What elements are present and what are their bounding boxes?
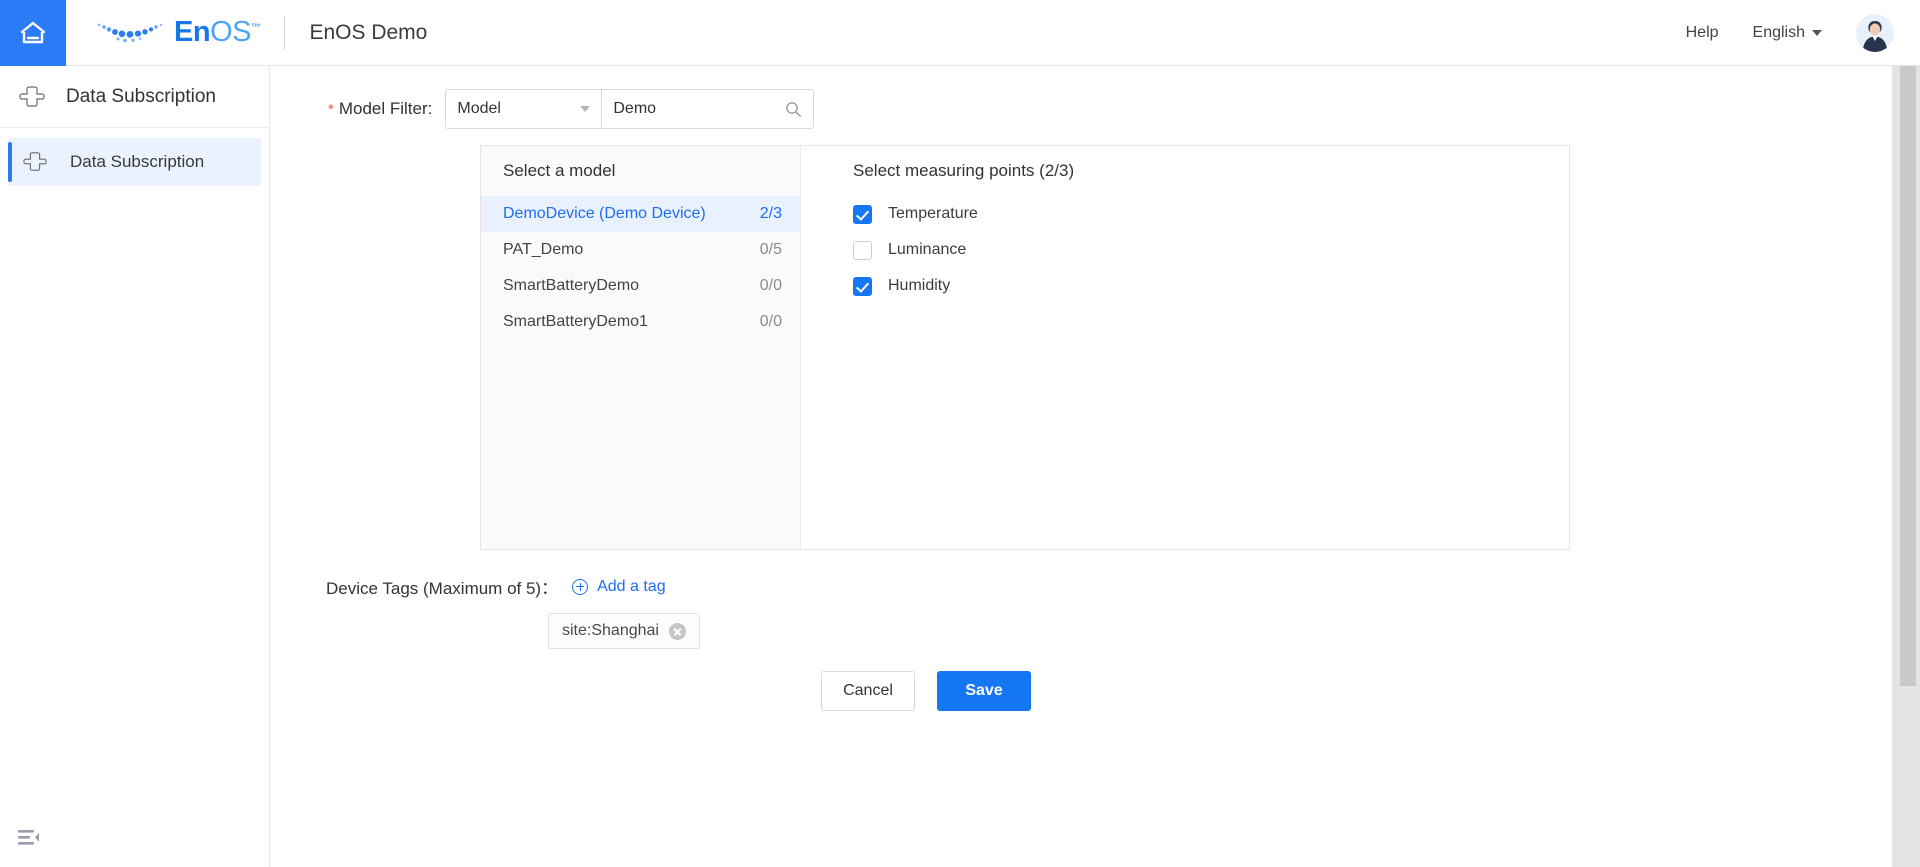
measuring-point-row[interactable]: Luminance bbox=[853, 232, 1569, 268]
remove-tag-icon[interactable] bbox=[668, 622, 686, 640]
user-avatar-icon bbox=[1856, 13, 1894, 52]
add-tag-button[interactable]: Add a tag bbox=[572, 578, 666, 596]
header-divider bbox=[284, 15, 286, 50]
model-list-item[interactable]: PAT_Demo 0/5 bbox=[481, 232, 800, 268]
header-actions: Help English bbox=[1686, 13, 1920, 52]
plus-circle-icon bbox=[572, 578, 589, 595]
measuring-point-checkbox[interactable] bbox=[853, 276, 872, 296]
enos-swoosh-icon bbox=[97, 23, 163, 42]
page-scrollbar-thumb[interactable] bbox=[1900, 66, 1916, 686]
model-filter-select-value: Model bbox=[457, 100, 501, 117]
app-header: EnOS™ EnOS Demo Help English bbox=[0, 0, 1920, 66]
sidebar-header: Data Subscription bbox=[0, 66, 269, 128]
device-tags-label: Device Tags (Maximum of 5)： bbox=[326, 579, 559, 598]
form-content: * Model Filter: Model Demo Select a mode… bbox=[270, 66, 1892, 867]
model-list-item[interactable]: DemoDevice (Demo Device) 2/3 bbox=[481, 196, 800, 232]
tag-list: site:Shanghai bbox=[300, 613, 1892, 649]
enos-wordmark: EnOS™ bbox=[174, 16, 261, 49]
sidebar-collapse-button[interactable] bbox=[18, 829, 40, 847]
model-count: 0/5 bbox=[759, 241, 782, 258]
model-list-item[interactable]: SmartBatteryDemo 0/0 bbox=[481, 268, 800, 304]
logo-os-text: OS bbox=[210, 16, 251, 48]
model-name: SmartBatteryDemo bbox=[503, 277, 640, 294]
search-icon bbox=[786, 101, 802, 117]
model-search-input[interactable] bbox=[613, 100, 774, 118]
search-button[interactable] bbox=[785, 101, 802, 118]
model-filter-select[interactable]: Model bbox=[445, 89, 603, 129]
language-selector[interactable]: English bbox=[1753, 24, 1822, 42]
logo-en-text: En bbox=[174, 16, 211, 48]
model-search-box[interactable] bbox=[602, 89, 815, 129]
sidebar-section-title: Data Subscription bbox=[66, 85, 216, 107]
subscription-icon bbox=[23, 152, 47, 171]
app-root: EnOS™ EnOS Demo Help English Data Subscr… bbox=[0, 0, 1920, 867]
enos-logo: EnOS™ bbox=[94, 16, 261, 49]
sidebar: Data Subscription Data Subscription bbox=[0, 66, 270, 867]
add-tag-label: Add a tag bbox=[597, 577, 666, 595]
app-title: EnOS Demo bbox=[309, 20, 428, 44]
chevron-down-icon bbox=[1812, 29, 1822, 36]
save-button[interactable]: Save bbox=[937, 671, 1031, 711]
measuring-point-checkbox[interactable] bbox=[853, 240, 872, 260]
model-count: 0/0 bbox=[759, 277, 782, 294]
sidebar-item-data-subscription[interactable]: Data Subscription bbox=[8, 138, 261, 186]
measuring-point-checkbox[interactable] bbox=[853, 204, 872, 224]
model-list: Select a model DemoDevice (Demo Device) … bbox=[481, 146, 801, 549]
model-name: PAT_Demo bbox=[503, 241, 584, 258]
avatar[interactable] bbox=[1856, 13, 1894, 52]
model-filter-label: Model Filter: bbox=[338, 99, 433, 118]
model-count: 0/0 bbox=[759, 313, 782, 330]
model-filter-row: * Model Filter: Model bbox=[300, 89, 1892, 129]
subscription-icon bbox=[19, 85, 45, 107]
measuring-point-label: Humidity bbox=[888, 277, 951, 294]
home-button[interactable] bbox=[0, 0, 66, 66]
collapse-menu-icon bbox=[18, 830, 39, 845]
language-label: English bbox=[1752, 23, 1805, 41]
model-name: SmartBatteryDemo1 bbox=[503, 313, 648, 330]
chevron-down-icon bbox=[580, 106, 591, 112]
measuring-point-row[interactable]: Temperature bbox=[853, 196, 1569, 232]
sidebar-item-label: Data Subscription bbox=[70, 152, 205, 171]
home-icon bbox=[20, 21, 46, 43]
measuring-point-label: Temperature bbox=[888, 205, 978, 222]
tag-chip-text: site:Shanghai bbox=[562, 622, 659, 639]
measuring-points-header: Select measuring points (2/3) bbox=[853, 161, 1075, 180]
brand: EnOS™ EnOS Demo bbox=[94, 15, 428, 50]
model-name: DemoDevice (Demo Device) bbox=[503, 205, 706, 222]
model-selection-panel: Select a model DemoDevice (Demo Device) … bbox=[480, 145, 1570, 550]
cancel-button[interactable]: Cancel bbox=[821, 671, 915, 711]
tag-chip[interactable]: site:Shanghai bbox=[548, 613, 700, 649]
required-marker: * bbox=[328, 100, 334, 118]
measuring-point-row[interactable]: Humidity bbox=[853, 268, 1569, 304]
main-area: * Model Filter: Model Demo Select a mode… bbox=[270, 66, 1920, 867]
measuring-point-label: Luminance bbox=[888, 241, 967, 258]
form-actions: Cancel Save bbox=[300, 671, 1892, 711]
model-count: 2/3 bbox=[759, 205, 782, 222]
model-list-item[interactable]: SmartBatteryDemo1 0/0 bbox=[481, 304, 800, 340]
page-scrollbar-track[interactable] bbox=[1892, 66, 1920, 867]
model-list-header: Select a model bbox=[503, 161, 616, 180]
logo-tm-text: ™ bbox=[250, 22, 261, 34]
measuring-points-panel: Select measuring points (2/3) Temperatur… bbox=[801, 146, 1569, 549]
help-link[interactable]: Help bbox=[1686, 24, 1719, 42]
device-tags-row: Device Tags (Maximum of 5)： Add a tag bbox=[300, 574, 1892, 599]
